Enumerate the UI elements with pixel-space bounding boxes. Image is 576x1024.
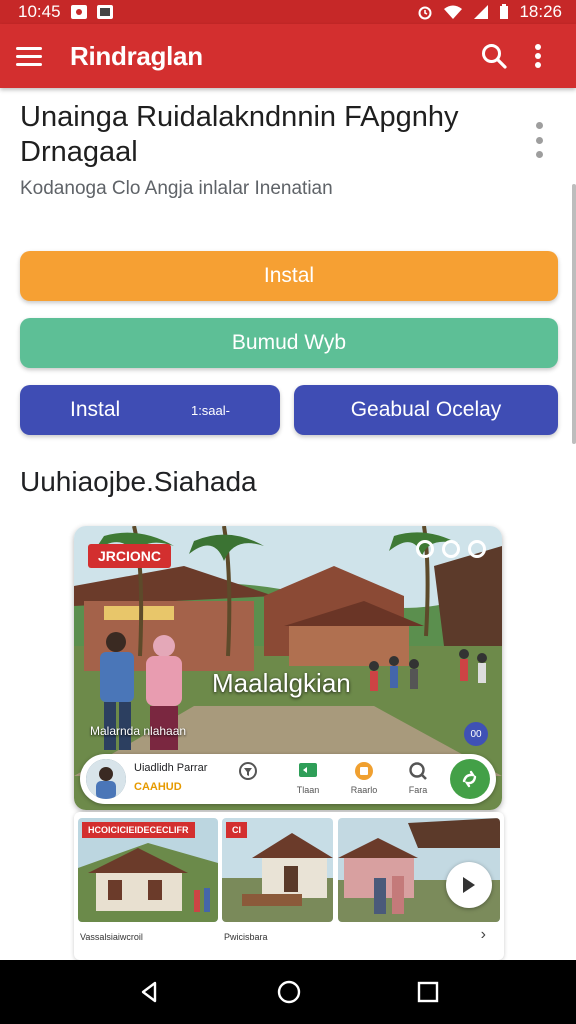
search-button[interactable] (472, 34, 516, 78)
hero-top-icons (416, 540, 486, 558)
thumbnail-2[interactable]: CI (222, 818, 333, 922)
install-button-label: Instal (263, 264, 315, 287)
chat-icon (299, 763, 317, 777)
search-icon (482, 44, 507, 69)
record-icon-2[interactable] (442, 540, 460, 558)
play-button[interactable] (446, 862, 492, 908)
hero-badge: JRCIONC (88, 544, 172, 568)
status-bar: 10:45 18:26 (0, 0, 576, 24)
media-card[interactable]: JRCIONC Maalalgkian Malarnda nlahaan 00 … (74, 526, 502, 810)
navigation-bar (0, 960, 576, 1024)
back-icon[interactable] (137, 980, 161, 1004)
google-button-label: Geabual Ocelay (350, 398, 502, 421)
share-button[interactable] (450, 759, 490, 799)
person-icon (86, 759, 126, 799)
tool-label-4: Fara (408, 785, 428, 795)
home-icon[interactable] (276, 979, 302, 1005)
install-small-label: Instal (70, 398, 121, 421)
play-icon (463, 877, 475, 893)
hero-caption: Maalalgkian (212, 668, 351, 698)
app-title: Rindraglan (70, 40, 203, 71)
page-subtitle: Kodanoga Clo Angja inlalar Inenatian (20, 178, 333, 199)
install-small-tag: 1:saal- (190, 402, 230, 418)
bookmark-icon (355, 762, 373, 780)
secondary-button[interactable]: Bumud Wyb (20, 318, 558, 368)
record-icon-3[interactable] (468, 540, 486, 558)
main-content[interactable]: Unainga Ruidalakndnnin FApgnhy Drnagaal … (0, 88, 576, 960)
status-time-left: 10:45 (18, 2, 61, 21)
page-title: Unainga Ruidalakndnnin FApgnhy Drnagaal (20, 101, 459, 168)
more-options-icon[interactable] (534, 122, 544, 158)
notification-icon (70, 5, 87, 19)
zoom-icon (409, 762, 427, 780)
raarlo-tool[interactable]: Raarlo (344, 761, 384, 795)
thumbnail-1-badge: HCOICICIEIDECECLIFR (82, 822, 195, 838)
thumbnail-1-caption: Vassalsiaiwcroil (80, 932, 143, 942)
status-time-right: 18:26 (519, 2, 562, 21)
tool-label-2: Tlaan (296, 785, 320, 795)
google-button[interactable]: Geabual Ocelay (294, 385, 558, 435)
thumbnail-1[interactable]: HCOICICIEIDECECLIFR (78, 818, 218, 922)
filter-tool[interactable] (228, 761, 268, 785)
hero-sub-caption: Malarnda nlahaan (90, 724, 187, 738)
battery-icon (500, 4, 509, 19)
thumbnail-strip: HCOICICIEIDECECLIFR CI Vassalsiaiwcroil … (74, 812, 504, 960)
filter-icon (239, 762, 257, 780)
hero-corner-button[interactable]: 00 (464, 722, 488, 746)
chevron-right-icon[interactable]: › (481, 926, 486, 944)
menu-icon[interactable] (16, 39, 50, 73)
overflow-menu-button[interactable] (516, 34, 560, 78)
avatar[interactable] (86, 759, 126, 799)
author-name: Uiadlidh Parrar (134, 762, 208, 774)
author-tag: CAAHUD (134, 781, 182, 793)
wifi-icon (444, 5, 463, 19)
signal-icon (474, 5, 489, 19)
thumbnail-2-caption: Pwicisbara (224, 932, 268, 942)
tlaan-tool[interactable]: Tlaan (288, 761, 328, 795)
scrollbar[interactable] (572, 184, 576, 444)
fara-tool[interactable]: Fara (398, 761, 438, 795)
media-toolbar: Uiadlidh Parrar CAAHUD Tlaan Raarlo Fara (80, 754, 496, 804)
more-vert-icon (535, 44, 541, 68)
refresh-icon (462, 770, 477, 788)
secondary-button-label: Bumud Wyb (231, 331, 347, 354)
recents-icon[interactable] (417, 981, 439, 1003)
thumbnail-2-badge: CI (226, 822, 247, 838)
app-bar: Rindraglan (0, 24, 576, 88)
install-button[interactable]: Instal (20, 251, 558, 301)
alarm-icon (418, 6, 432, 20)
install-small-button[interactable]: Instal 1:saal- (20, 385, 280, 435)
record-icon[interactable] (416, 540, 434, 558)
section-title: Uuhiaojbe.Siahada (20, 466, 257, 497)
tool-label-3: Raarlo (350, 785, 378, 795)
app-notification-icon (96, 5, 113, 19)
